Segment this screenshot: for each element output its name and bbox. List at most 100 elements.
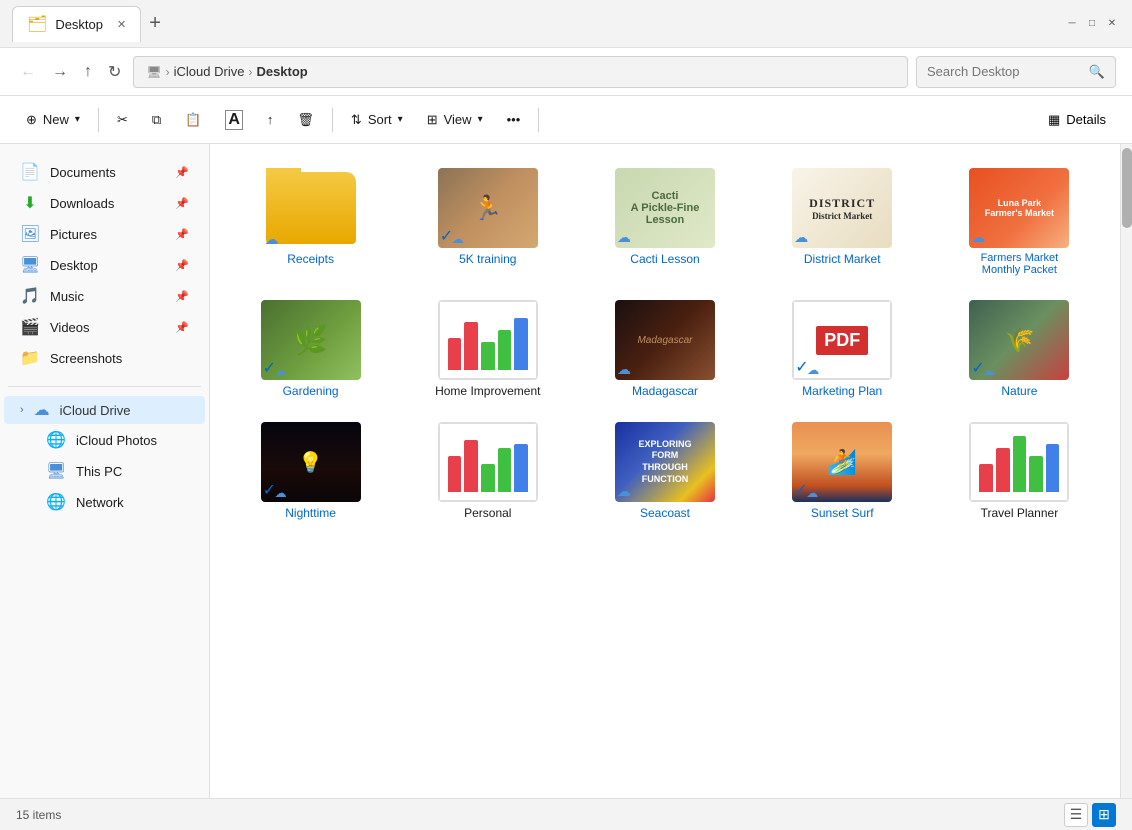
file-item-farmers-market[interactable]: Luna Park Farmer's Market ☁ Farmers Mark…	[935, 160, 1104, 284]
sidebar-item-music[interactable]: 🎵 Music 📌	[4, 281, 205, 311]
file-item-marketing-plan[interactable]: PDF ✓ ☁ Marketing Plan	[758, 292, 927, 406]
sidebar-item-screenshots[interactable]: 📁 Screenshots	[4, 343, 205, 373]
minimize-button[interactable]: ─	[1064, 16, 1080, 32]
file-name-nighttime: Nighttime	[285, 506, 336, 520]
file-thumb-receipts: ☁	[261, 168, 361, 248]
file-item-cacti-lesson[interactable]: CactiA Pickle-Fine Lesson ☁ Cacti Lesson	[580, 160, 749, 284]
copy-icon: ⧉	[152, 112, 161, 128]
icloud-photos-icon: 🌐	[46, 430, 66, 450]
delete-button[interactable]: 🗑	[287, 106, 324, 134]
sidebar-item-icloud-drive[interactable]: › ☁ iCloud Drive	[4, 396, 205, 424]
forward-button[interactable]: →	[48, 59, 72, 85]
sidebar-item-pictures[interactable]: 🖼 Pictures 📌	[4, 219, 205, 249]
file-name-sunset: Sunset Surf	[811, 506, 874, 520]
pin-icon: 📌	[175, 197, 189, 210]
tab-title: Desktop	[55, 17, 103, 32]
sidebar-item-label: Downloads	[50, 196, 165, 211]
file-thumb-marketing: PDF ✓ ☁	[792, 300, 892, 380]
sidebar-item-downloads[interactable]: ⬇ Downloads 📌	[4, 188, 205, 218]
file-name-farmers: Farmers Market Monthly Packet	[964, 252, 1074, 276]
sidebar-item-label: Videos	[50, 320, 165, 335]
file-thumb-nighttime: 💡 ✓ ☁	[261, 422, 361, 502]
pin-icon: 📌	[175, 321, 189, 334]
sidebar-item-documents[interactable]: 📄 Documents 📌	[4, 157, 205, 187]
file-item-gardening[interactable]: 🌿 ✓ ☁ Gardening	[226, 292, 395, 406]
file-item-travel-planner[interactable]: Travel Planner	[935, 414, 1104, 528]
file-item-nighttime[interactable]: 💡 ✓ ☁ Nighttime	[226, 414, 395, 528]
cloud-sync-icon-5: ☁	[275, 486, 287, 500]
breadcrumb-desktop-icon: 🖥	[146, 65, 161, 79]
network-icon: 🌐	[46, 492, 66, 512]
file-item-nature[interactable]: 🌾 ✓ ☁ Nature	[935, 292, 1104, 406]
file-thumb-sunset: 🏄 ✓ ☁	[792, 422, 892, 502]
spreadsheet-visual-3	[970, 423, 1068, 501]
new-tab-button[interactable]: +	[149, 12, 161, 35]
desktop-tab[interactable]: 🗂 Desktop ✕	[12, 6, 141, 42]
breadcrumb-icloud[interactable]: iCloud Drive	[174, 64, 245, 79]
file-item-home-improvement[interactable]: Home Improvement	[403, 292, 572, 406]
sidebar-item-label: iCloud Photos	[76, 433, 189, 448]
maximize-button[interactable]: □	[1084, 16, 1100, 32]
view-button[interactable]: ⊞ View ▾	[417, 106, 493, 134]
file-thumb-home	[438, 300, 538, 380]
view-label: View	[444, 112, 472, 127]
file-thumb-gardening: 🌿 ✓ ☁	[261, 300, 361, 380]
file-item-sunset-surf[interactable]: 🏄 ✓ ☁ Sunset Surf	[758, 414, 927, 528]
cloud-sync-icon-4: ☁	[983, 364, 995, 378]
search-input[interactable]	[927, 64, 1083, 79]
rename-icon: A	[225, 110, 243, 130]
details-button[interactable]: ▦ Details	[1038, 106, 1116, 134]
delete-icon: 🗑	[297, 112, 314, 128]
cut-button[interactable]: ✂	[107, 106, 138, 134]
grid-view-button[interactable]: ⊞	[1092, 803, 1116, 827]
share-button[interactable]: ↑	[257, 106, 284, 133]
sidebar-item-icloud-photos[interactable]: 🌐 iCloud Photos	[4, 425, 205, 455]
tab-folder-icon: 🗂	[27, 14, 47, 34]
breadcrumb-desktop[interactable]: Desktop	[256, 64, 307, 79]
sidebar-item-network[interactable]: 🌐 Network	[4, 487, 205, 517]
search-box[interactable]: 🔍	[916, 56, 1116, 88]
sidebar-item-label: Network	[76, 495, 189, 510]
tab-area: 🗂 Desktop ✕ +	[12, 6, 1064, 42]
file-item-personal[interactable]: Personal	[403, 414, 572, 528]
back-button[interactable]: ←	[16, 59, 40, 85]
copy-button[interactable]: ⧉	[142, 106, 171, 134]
up-button[interactable]: ↑	[80, 59, 96, 85]
sidebar-item-desktop[interactable]: 🖥 Desktop 📌	[4, 250, 205, 280]
new-button[interactable]: ⊕ New ▾	[16, 106, 90, 134]
sidebar-item-videos[interactable]: 🎬 Videos 📌	[4, 312, 205, 342]
sort-button[interactable]: ⇅ Sort ▾	[341, 106, 413, 134]
tab-close-btn[interactable]: ✕	[117, 18, 126, 31]
scrollbar-thumb[interactable]	[1122, 148, 1132, 228]
cut-icon: ✂	[117, 112, 128, 128]
chevron-right-icon-2: ›	[248, 65, 252, 79]
details-label: Details	[1066, 112, 1106, 127]
file-item-seacoast[interactable]: EXPLORINGFORMTHROUGHFUNCTION ☁ Seacoast	[580, 414, 749, 528]
item-count: 15 items	[16, 808, 61, 822]
videos-icon: 🎬	[20, 317, 40, 337]
pin-icon: 📌	[175, 259, 189, 272]
music-icon: 🎵	[20, 286, 40, 306]
more-button[interactable]: •••	[497, 106, 531, 133]
file-name-cacti: Cacti Lesson	[630, 252, 699, 266]
search-icon[interactable]: 🔍	[1089, 64, 1105, 80]
file-item-5k-training[interactable]: 🏃 ✓ ☁ 5K training	[403, 160, 572, 284]
cloud-icon: ☁	[617, 483, 631, 500]
cloud-icon: ☁	[971, 229, 985, 246]
window-close-button[interactable]: ✕	[1104, 16, 1120, 32]
paste-button[interactable]: 📋	[175, 106, 211, 134]
sidebar: 📄 Documents 📌 ⬇ Downloads 📌 🖼 Pictures 📌…	[0, 144, 210, 798]
rename-button[interactable]: A	[215, 104, 253, 136]
sidebar-item-this-pc[interactable]: 🖥 This PC	[4, 456, 205, 486]
toolbar: ⊕ New ▾ ✂ ⧉ 📋 A ↑ 🗑 ⇅ Sort ▾ ⊞ View ▾ ••…	[0, 96, 1132, 144]
cloud-sync-icon-6: ☁	[806, 486, 818, 500]
list-view-button[interactable]: ☰	[1064, 803, 1088, 827]
vertical-scrollbar[interactable]	[1120, 144, 1132, 798]
file-name-marketing: Marketing Plan	[802, 384, 882, 398]
refresh-button[interactable]: ↻	[104, 58, 125, 86]
file-item-district-market[interactable]: DISTRICT District Market ☁ District Mark…	[758, 160, 927, 284]
file-item-madagascar[interactable]: Madagascar ☁ Madagascar	[580, 292, 749, 406]
view-chevron-icon: ▾	[478, 114, 483, 125]
file-item-receipts[interactable]: ☁ Receipts	[226, 160, 395, 284]
icloud-drive-label: iCloud Drive	[60, 403, 131, 418]
